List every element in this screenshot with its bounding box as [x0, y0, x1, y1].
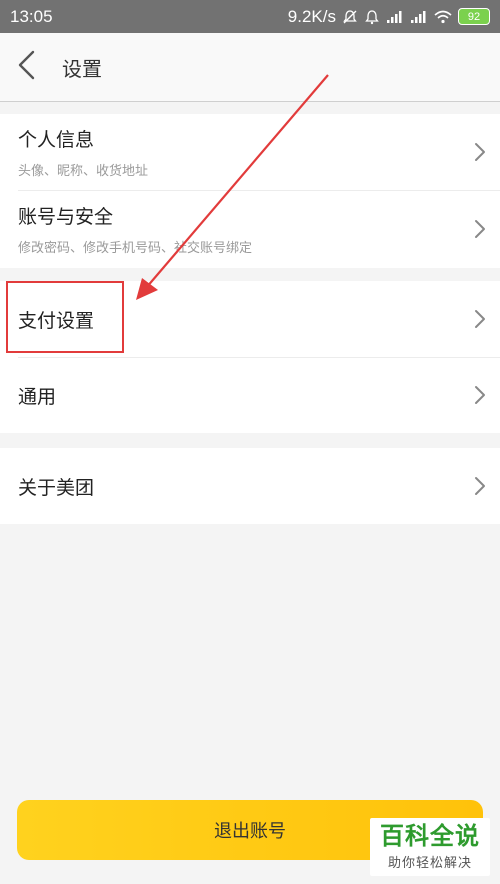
settings-group-about: 关于美团 — [0, 448, 500, 524]
network-speed: 9.2K/s — [287, 6, 336, 26]
header: 设置 — [0, 33, 500, 102]
alarm-icon — [364, 9, 380, 25]
watermark-title: 百科全说 — [380, 821, 480, 850]
mute-bell-icon — [342, 9, 358, 25]
chevron-left-icon — [17, 50, 35, 84]
watermark-logo: 百科全说 助你轻松解决 — [370, 818, 490, 876]
chevron-right-icon — [474, 309, 486, 329]
signal-icon — [410, 10, 428, 24]
item-subtitle: 修改密码、修改手机号码、社交账号绑定 — [18, 241, 253, 256]
item-subtitle: 头像、昵称、收货地址 — [18, 164, 149, 179]
watermark-slogan: 助你轻松解决 — [387, 855, 472, 871]
settings-item-personal-info[interactable]: 个人信息 头像、昵称、收货地址 — [0, 114, 500, 190]
item-title: 通用 — [18, 385, 57, 408]
chevron-right-icon — [474, 142, 486, 162]
settings-item-general[interactable]: 通用 — [0, 357, 500, 433]
back-button[interactable] — [0, 33, 56, 101]
signal-icon — [386, 10, 404, 24]
status-time: 13:05 — [10, 6, 53, 26]
settings-item-account-security[interactable]: 账号与安全 修改密码、修改手机号码、社交账号绑定 — [0, 190, 500, 268]
chevron-right-icon — [474, 476, 486, 496]
chevron-right-icon — [474, 219, 486, 239]
page-title: 设置 — [62, 56, 102, 81]
settings-group-account: 个人信息 头像、昵称、收货地址 账号与安全 修改密码、修改手机号码、社交账号绑定 — [0, 114, 500, 268]
wifi-icon — [434, 10, 452, 24]
settings-item-about[interactable]: 关于美团 — [0, 448, 500, 524]
highlight-box — [6, 281, 124, 353]
item-title: 关于美团 — [18, 476, 95, 499]
status-bar: 13:05 9.2K/s 92 — [0, 0, 500, 33]
item-title: 个人信息 — [18, 129, 95, 151]
battery-icon: 92 — [458, 8, 490, 25]
status-icons: 9.2K/s 92 — [288, 7, 490, 27]
item-title: 账号与安全 — [18, 206, 114, 228]
chevron-right-icon — [474, 385, 486, 405]
